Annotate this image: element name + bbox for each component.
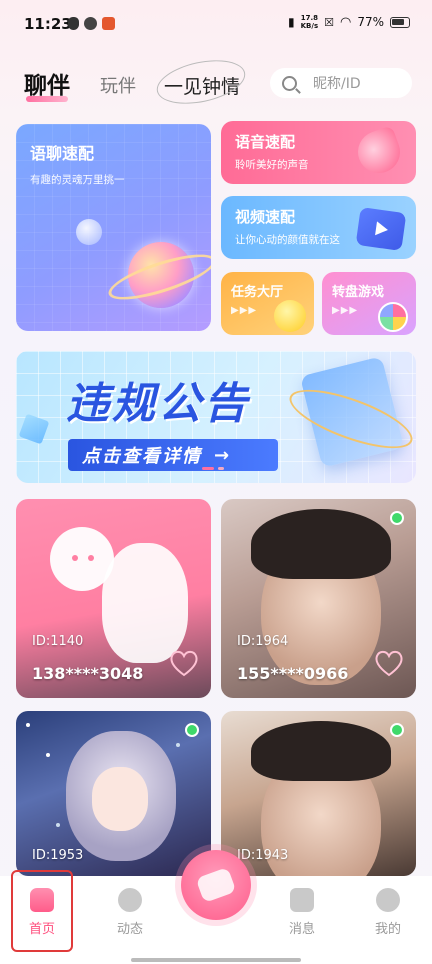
banner-title: 违规公告 bbox=[66, 379, 250, 429]
avatar-eye bbox=[88, 555, 94, 561]
tab-playmate[interactable]: 玩伴 bbox=[100, 72, 136, 98]
lightning-icon bbox=[290, 888, 314, 912]
nav-messages-label: 消息 bbox=[288, 922, 315, 937]
avatar-eye bbox=[72, 555, 78, 561]
starry-background bbox=[26, 723, 30, 727]
video-match-subtitle: 让你心动的颜值就在这 bbox=[235, 234, 340, 246]
user-id: ID:1964 bbox=[237, 634, 289, 649]
arrow-right-icon: → bbox=[214, 444, 232, 466]
wheel-game-card[interactable]: 转盘游戏 ▶▶▶ bbox=[322, 272, 416, 335]
user-id: ID:1140 bbox=[32, 634, 84, 649]
user-id: ID:1953 bbox=[32, 848, 84, 863]
battery-percent: 77% bbox=[357, 15, 384, 29]
shield-icon bbox=[68, 17, 79, 30]
user-photo-hair bbox=[251, 721, 391, 781]
user-phone: 155****0966 bbox=[237, 664, 349, 683]
status-time: 11:23 bbox=[24, 15, 72, 33]
video-match-title: 视频速配 bbox=[235, 208, 296, 226]
wheel-game-title: 转盘游戏 bbox=[332, 285, 385, 300]
task-hall-title: 任务大厅 bbox=[231, 285, 284, 300]
smiley-icon bbox=[274, 300, 306, 332]
net-speed-unit: KB/s bbox=[300, 22, 319, 30]
task-hall-arrows: ▶▶▶ bbox=[231, 305, 258, 316]
heart-icon[interactable] bbox=[374, 649, 404, 677]
online-status-dot bbox=[185, 723, 199, 737]
view-details-label: 点击查看详情 bbox=[82, 446, 202, 467]
user-photo-face bbox=[92, 767, 148, 831]
nav-messages[interactable]: 消息 bbox=[272, 888, 332, 937]
user-photo-hair bbox=[251, 509, 391, 579]
nav-moments-label: 动态 bbox=[116, 922, 143, 937]
pagination-dot-active bbox=[202, 467, 214, 470]
top-tabs: 聊伴 玩伴 一见钟情 bbox=[24, 53, 250, 111]
heart-icon[interactable] bbox=[169, 649, 199, 677]
app-notification-icon bbox=[84, 17, 97, 30]
vibrate-icon: ▮ bbox=[288, 15, 295, 29]
search-input[interactable]: 昵称/ID bbox=[270, 68, 412, 98]
tab-companion-chat[interactable]: 聊伴 bbox=[24, 66, 70, 102]
user-card[interactable]: ID:1964 155****0966 bbox=[221, 499, 416, 698]
video-play-icon bbox=[355, 206, 407, 252]
status-notification-icons bbox=[68, 17, 115, 30]
voice-chat-title: 语聊速配 bbox=[30, 144, 95, 163]
handshake-heart-icon bbox=[195, 866, 237, 904]
task-hall-card[interactable]: 任务大厅 ▶▶▶ bbox=[221, 272, 314, 335]
user-id: ID:1943 bbox=[237, 848, 289, 863]
view-details-button[interactable]: 点击查看详情 → bbox=[68, 439, 278, 471]
profile-icon bbox=[376, 888, 400, 912]
user-phone: 138****3048 bbox=[32, 664, 144, 683]
voice-chat-subtitle: 有趣的灵魂万里挑一 bbox=[30, 174, 125, 186]
search-placeholder: 昵称/ID bbox=[313, 76, 361, 92]
megaphone-icon bbox=[352, 125, 406, 179]
app-badge-icon bbox=[102, 17, 115, 30]
search-icon bbox=[282, 75, 297, 91]
match-center-button[interactable] bbox=[181, 850, 251, 920]
banner-pagination bbox=[202, 467, 224, 470]
status-right: ▮ 17.8 KB/s ☒ ◠ 77% bbox=[288, 14, 410, 30]
status-bar: 11:23 ▮ 17.8 KB/s ☒ ◠ 77% bbox=[0, 0, 432, 50]
nav-mine-label: 我的 bbox=[374, 922, 401, 937]
voice-chat-match-card[interactable]: 语聊速配 有趣的灵魂万里挑一 bbox=[16, 124, 211, 331]
nav-mine[interactable]: 我的 bbox=[358, 888, 418, 937]
user-card[interactable]: ID:1943 bbox=[221, 711, 416, 876]
wheel-game-arrows: ▶▶▶ bbox=[332, 305, 359, 316]
wheel-icon bbox=[378, 302, 408, 332]
pagination-dot bbox=[218, 467, 224, 470]
default-avatar-body bbox=[102, 543, 188, 663]
battery-icon bbox=[390, 16, 410, 28]
home-highlight-box bbox=[11, 870, 73, 952]
voice-match-subtitle: 聆听美好的声音 bbox=[235, 159, 309, 171]
sim-icon: ☒ bbox=[324, 15, 334, 29]
voice-match-title: 语音速配 bbox=[235, 133, 296, 151]
home-indicator[interactable] bbox=[131, 958, 301, 962]
nav-moments[interactable]: 动态 bbox=[100, 888, 160, 937]
video-match-card[interactable]: 视频速配 让你心动的颜值就在这 bbox=[221, 196, 416, 259]
online-status-dot bbox=[390, 723, 404, 737]
bubble-decoration bbox=[76, 219, 102, 245]
violation-notice-banner[interactable]: 违规公告 点击查看详情 → bbox=[16, 351, 416, 483]
voice-match-card[interactable]: 语音速配 聆听美好的声音 bbox=[221, 121, 416, 184]
net-speed-value: 17.8 bbox=[300, 14, 318, 22]
wifi-icon: ◠ bbox=[339, 14, 352, 30]
user-card[interactable]: ID:1140 138****3048 bbox=[16, 499, 211, 698]
tab-love-at-first-sight[interactable]: 一见钟情 bbox=[152, 53, 250, 111]
planet-icon bbox=[118, 888, 142, 912]
tab-decoration-ring bbox=[152, 53, 250, 111]
online-status-dot bbox=[390, 511, 404, 525]
net-speed: 17.8 KB/s bbox=[301, 14, 318, 30]
user-card[interactable]: ID:1953 bbox=[16, 711, 211, 876]
